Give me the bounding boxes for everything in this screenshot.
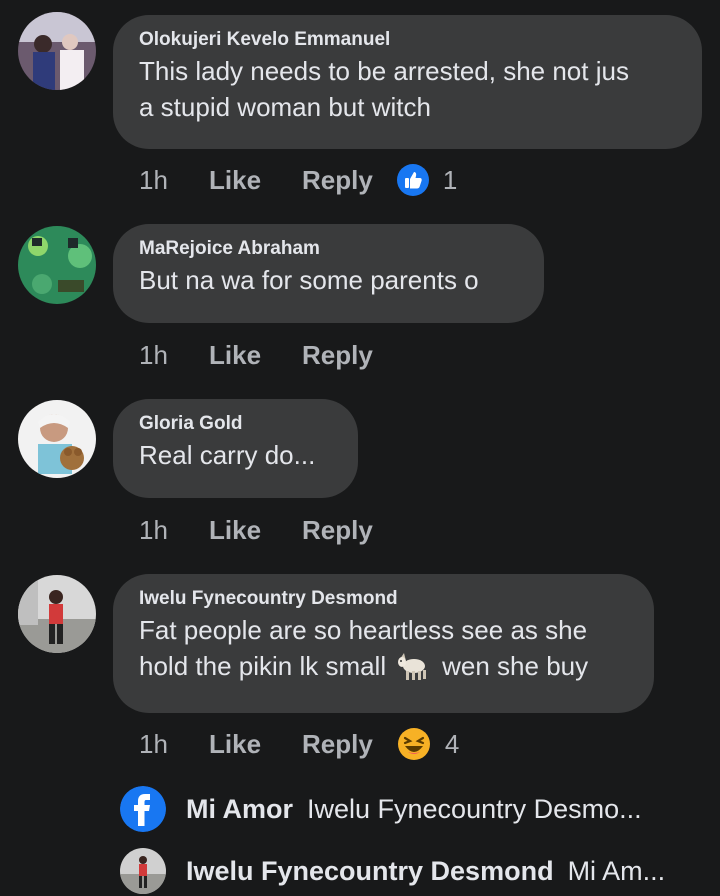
haha-reaction-icon [397, 727, 431, 761]
like-button[interactable]: Like [209, 165, 302, 196]
reply-preview[interactable]: Iwelu Fynecountry Desmond Mi Am... [120, 846, 665, 896]
avatar[interactable] [18, 12, 96, 90]
comment-time[interactable]: 1h [139, 340, 209, 371]
comment-author[interactable]: MaRejoice Abraham [139, 236, 518, 262]
reply-text: Mi Am... [567, 855, 666, 886]
like-button[interactable]: Like [209, 340, 302, 371]
comment-bubble[interactable]: MaRejoice Abraham But na wa for some par… [113, 224, 544, 323]
comment-bubble[interactable]: Olokujeri Kevelo Emmanuel This lady need… [113, 15, 702, 149]
reaction-summary[interactable]: 1 [396, 164, 458, 196]
reply-preview[interactable]: Mi Amor Iwelu Fynecountry Desmo... [120, 784, 642, 834]
comment-text: This lady needs to be arrested, she not … [139, 56, 629, 86]
comment-bubble[interactable]: Iwelu Fynecountry Desmond Fat people are… [113, 574, 654, 713]
comment-text: wen she buy [442, 651, 589, 681]
avatar[interactable] [18, 575, 96, 653]
comment-text: a stupid woman but witch [139, 92, 431, 122]
avatar[interactable] [18, 400, 96, 478]
like-button[interactable]: Like [209, 515, 302, 546]
reaction-count: 1 [442, 164, 458, 195]
comment-author[interactable]: Gloria Gold [139, 411, 332, 437]
comment-author[interactable]: Iwelu Fynecountry Desmond [139, 586, 628, 612]
like-reaction-icon [396, 164, 429, 196]
reply-author[interactable]: Mi Amor [186, 794, 293, 825]
reply-author[interactable]: Iwelu Fynecountry Desmond [186, 856, 554, 887]
comment-time[interactable]: 1h [139, 165, 209, 196]
reaction-count: 4 [444, 728, 460, 759]
reply-text: Iwelu Fynecountry Desmo... [307, 793, 642, 824]
comment-actions: 1h Like Reply 4 [139, 724, 459, 764]
comment-actions: 1h Like Reply [139, 510, 397, 550]
comment-text: hold the pikin lk small [139, 651, 387, 681]
avatar [120, 848, 166, 894]
like-button[interactable]: Like [209, 729, 302, 760]
comment-time[interactable]: 1h [139, 515, 209, 546]
reply-button[interactable]: Reply [302, 515, 373, 546]
comment-text: Fat people are so heartless see as she [139, 615, 588, 645]
comment-text: But na wa for some parents o [139, 265, 479, 295]
comment-time[interactable]: 1h [139, 729, 209, 760]
goat-emoji [396, 649, 432, 683]
reply-button[interactable]: Reply [302, 729, 373, 760]
comment-author[interactable]: Olokujeri Kevelo Emmanuel [139, 27, 676, 53]
reply-button[interactable]: Reply [302, 340, 373, 371]
reply-button[interactable]: Reply [302, 165, 373, 196]
comment-actions: 1h Like Reply 1 [139, 160, 457, 200]
comment-text: Real carry do... [139, 440, 316, 470]
avatar[interactable] [18, 226, 96, 304]
comment-text-line: hold the pikin lk small wen she buy [139, 648, 628, 684]
comment-actions: 1h Like Reply [139, 335, 397, 375]
reaction-summary[interactable]: 4 [397, 727, 459, 761]
facebook-logo-icon [120, 786, 166, 832]
comment-bubble[interactable]: Gloria Gold Real carry do... [113, 399, 358, 498]
